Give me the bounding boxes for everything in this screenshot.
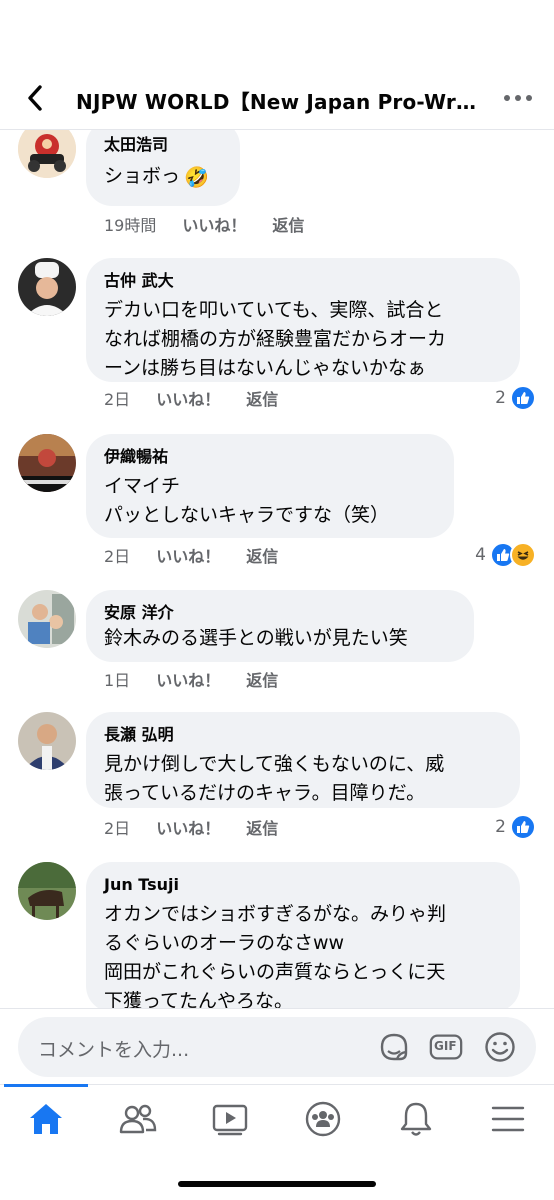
- menu-tab[interactable]: [478, 1097, 538, 1141]
- top-bar: NJPW WORLD【New Japan Pro-Wrestling】: [0, 0, 554, 130]
- comment-author[interactable]: 古仲 武大: [104, 270, 502, 292]
- comment-time: 19時間: [104, 216, 157, 235]
- reaction-count: 4: [475, 545, 486, 565]
- friends-tab[interactable]: [108, 1097, 168, 1141]
- more-dots-icon: [504, 95, 532, 101]
- reaction-summary[interactable]: 2: [495, 814, 536, 840]
- reply-button[interactable]: 返信: [246, 667, 278, 691]
- comment-text: 鈴木みのる選手との戦いが見たい笑: [104, 627, 408, 649]
- comment-time: 1日: [104, 671, 131, 690]
- reaction-count: 2: [495, 388, 506, 408]
- friends-icon: [119, 1104, 157, 1134]
- comment-author[interactable]: 太田浩司: [104, 134, 222, 156]
- thumbs-up-icon: [510, 814, 536, 840]
- comment-time: 2日: [104, 547, 131, 566]
- comment-input-placeholder[interactable]: コメントを入力...: [38, 1035, 189, 1062]
- comment-bubble[interactable]: Jun Tsuji オカンではショボすぎるがな。みりゃ判 るぐらいのオーラのなさ…: [86, 862, 520, 1008]
- avatar-image: [18, 258, 76, 316]
- bottom-tab-bar: [0, 1084, 554, 1200]
- chevron-left-icon: [28, 85, 42, 111]
- reply-button[interactable]: 返信: [246, 543, 278, 567]
- active-tab-indicator: [4, 1084, 88, 1087]
- groups-icon: [305, 1101, 341, 1137]
- avatar[interactable]: [18, 434, 76, 492]
- notifications-tab[interactable]: [386, 1097, 446, 1141]
- home-icon: [30, 1104, 62, 1134]
- comment-author[interactable]: 安原 洋介: [104, 602, 456, 624]
- comment-bubble[interactable]: 古仲 武大 デカい口を叩いていても、実際、試合と なれば棚橋の方が経験豊富だから…: [86, 258, 520, 382]
- avatar-image: [18, 130, 76, 178]
- emoji-button[interactable]: [482, 1029, 518, 1065]
- reaction-summary[interactable]: 4: [475, 542, 536, 568]
- comment-bubble[interactable]: 伊織暢祐 イマイチ パッとしないキャラですな（笑）: [86, 434, 454, 538]
- comment-text: イマイチ パッとしないキャラですな（笑）: [104, 475, 390, 526]
- avatar[interactable]: [18, 862, 76, 920]
- comment-bubble[interactable]: 太田浩司 ショボっ 🤣: [86, 130, 240, 206]
- gif-button[interactable]: GIF: [428, 1029, 464, 1065]
- like-button[interactable]: いいね！: [156, 815, 220, 839]
- haha-face-icon: [510, 542, 536, 568]
- reaction-count: 2: [495, 817, 506, 837]
- like-button[interactable]: いいね！: [156, 386, 220, 410]
- like-button[interactable]: いいね！: [156, 667, 220, 691]
- comment-composer: コメントを入力... GIF: [0, 1008, 554, 1084]
- comment-author[interactable]: 長瀬 弘明: [104, 724, 502, 746]
- gif-label: GIF: [434, 1039, 457, 1053]
- home-indicator-bar: [178, 1181, 376, 1187]
- comment-meta: 2日 いいね！ 返信: [104, 815, 278, 839]
- comment-text: 見かけ倒しで大して強くもないのに、威 張っているだけのキャラ。目障りだ。: [104, 753, 445, 804]
- emoji-icon: [485, 1032, 515, 1062]
- avatar[interactable]: [18, 258, 76, 316]
- comment-bubble[interactable]: 安原 洋介 鈴木みのる選手との戦いが見たい笑: [86, 590, 474, 662]
- page-title: NJPW WORLD【New Japan Pro-Wrestling】: [76, 90, 486, 114]
- like-button[interactable]: いいね！: [156, 543, 220, 567]
- avatar[interactable]: [18, 590, 76, 648]
- watch-tab[interactable]: [200, 1097, 260, 1141]
- like-button[interactable]: いいね！: [182, 212, 246, 236]
- reply-button[interactable]: 返信: [246, 386, 278, 410]
- avatar-image: [18, 434, 76, 492]
- sticker-icon: [380, 1033, 408, 1061]
- sticker-button[interactable]: [376, 1029, 412, 1065]
- hamburger-menu-icon: [491, 1106, 525, 1132]
- comment-author[interactable]: 伊織暢祐: [104, 446, 436, 468]
- back-button[interactable]: [20, 82, 50, 114]
- reaction-summary[interactable]: 2: [495, 385, 536, 411]
- comment-bubble[interactable]: 長瀬 弘明 見かけ倒しで大して強くもないのに、威 張っているだけのキャラ。目障り…: [86, 712, 520, 808]
- bell-icon: [400, 1102, 432, 1136]
- avatar[interactable]: [18, 130, 76, 178]
- avatar-image: [18, 590, 76, 648]
- comment-meta: 2日 いいね！ 返信: [104, 543, 278, 567]
- comment-author[interactable]: Jun Tsuji: [104, 874, 502, 896]
- video-icon: [212, 1104, 248, 1136]
- more-options-button[interactable]: [500, 86, 536, 110]
- comment-text: オカンではショボすぎるがな。みりゃ判 るぐらいのオーラのなさww 岡田がこれぐら…: [104, 903, 447, 1008]
- comment-time: 2日: [104, 390, 131, 409]
- home-tab[interactable]: [16, 1097, 76, 1141]
- comment-meta: 1日 いいね！ 返信: [104, 667, 278, 691]
- comments-list: 太田浩司 ショボっ 🤣 19時間 いいね！ 返信 古仲 武大 デカい口を叩いてい…: [0, 130, 554, 1008]
- comment-text: ショボっ: [104, 165, 181, 187]
- comment-meta: 2日 いいね！ 返信: [104, 386, 278, 410]
- avatar[interactable]: [18, 712, 76, 770]
- comment-text: デカい口を叩いていても、実際、試合と なれば棚橋の方が経験豊富だからオーカ ーン…: [104, 299, 447, 379]
- reply-button[interactable]: 返信: [272, 212, 304, 236]
- reply-button[interactable]: 返信: [246, 815, 278, 839]
- avatar-image: [18, 712, 76, 770]
- comment-time: 2日: [104, 819, 131, 838]
- groups-tab[interactable]: [293, 1097, 353, 1141]
- comment-meta: 19時間 いいね！ 返信: [104, 212, 304, 236]
- avatar-image: [18, 862, 76, 920]
- thumbs-up-icon: [510, 385, 536, 411]
- rofl-emoji: 🤣: [184, 164, 209, 189]
- comment-input[interactable]: コメントを入力... GIF: [18, 1017, 536, 1077]
